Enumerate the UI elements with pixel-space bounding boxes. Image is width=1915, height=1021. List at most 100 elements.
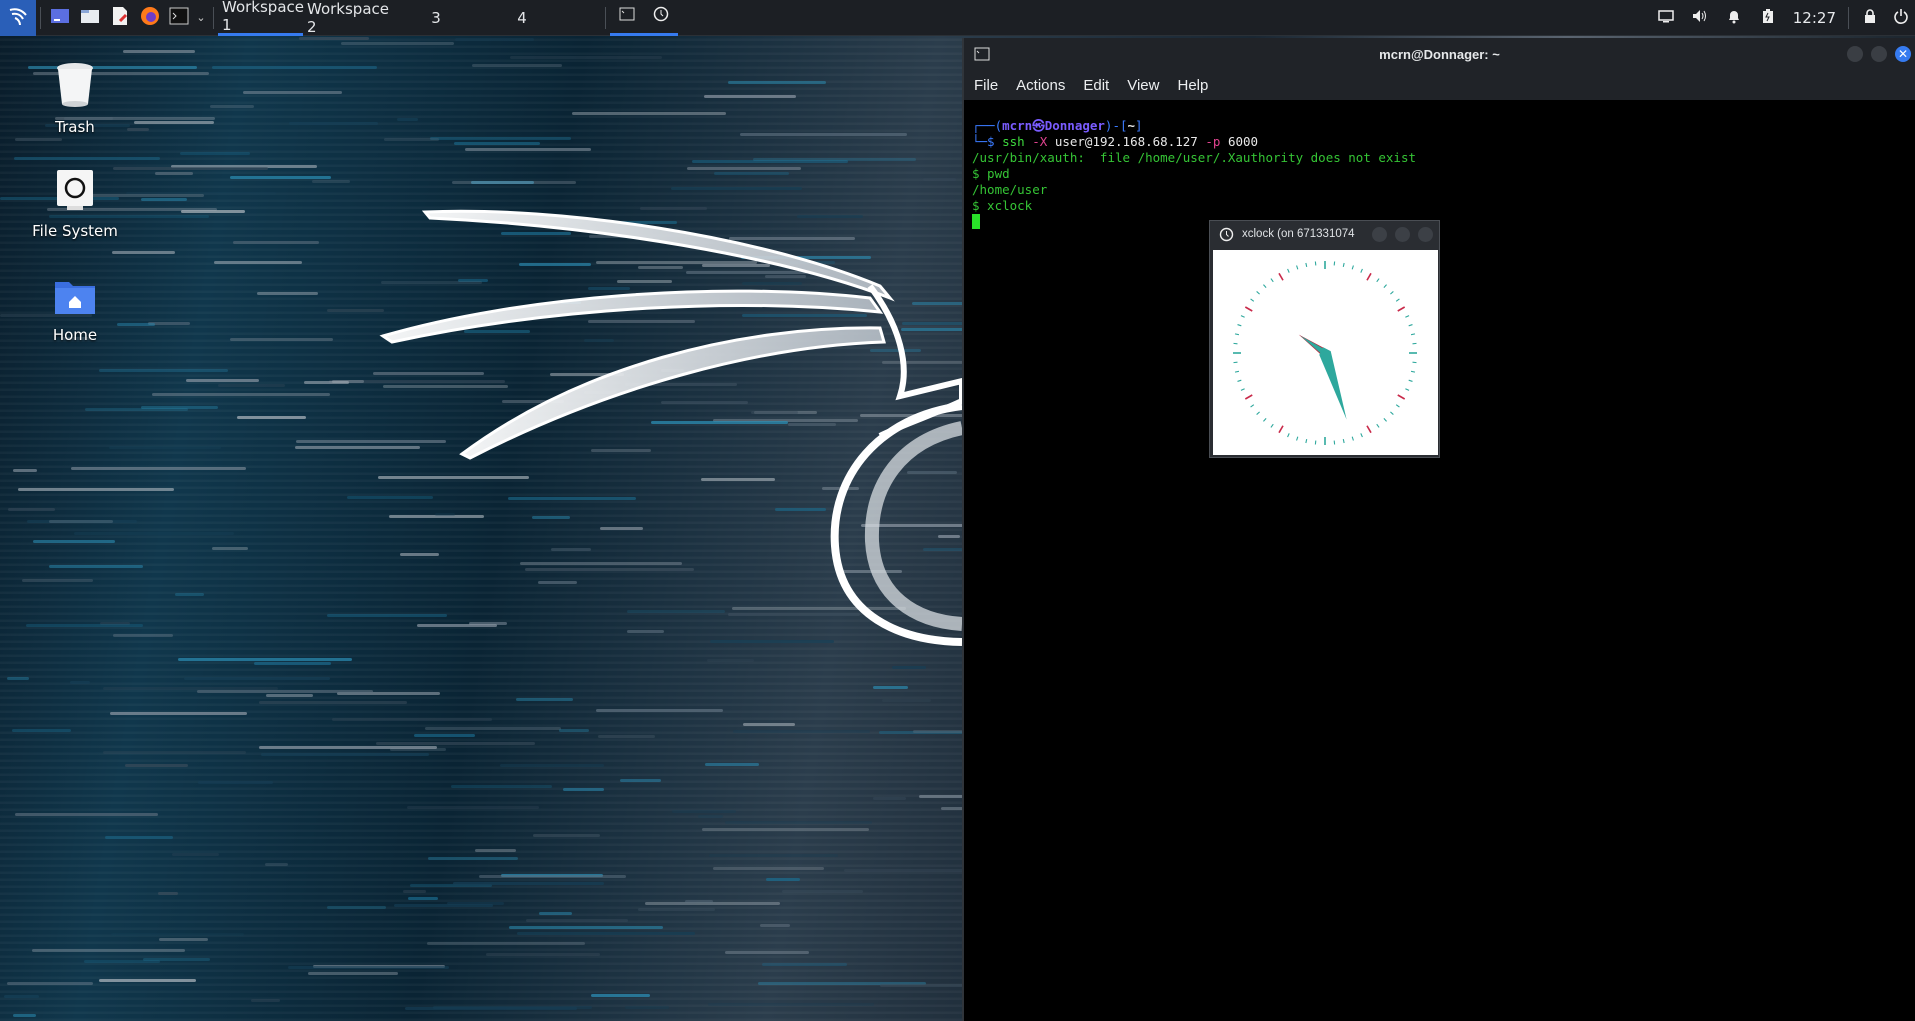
cmd-flag-x: -X [1032, 134, 1048, 149]
close-icon: ✕ [1897, 47, 1909, 61]
minute-tick [1234, 333, 1240, 336]
minute-tick [1263, 418, 1267, 422]
minute-tick [1395, 404, 1400, 408]
firefox-button[interactable] [135, 0, 165, 36]
power-button[interactable] [1887, 0, 1915, 36]
task-xclock[interactable] [644, 0, 678, 36]
minute-tick [1287, 433, 1290, 438]
minute-tick [1240, 315, 1245, 318]
panel-clock[interactable]: 12:27 [1785, 9, 1844, 27]
minute-tick [1263, 284, 1267, 288]
workspace-3[interactable]: 3 [393, 0, 479, 36]
window-controls [1372, 227, 1433, 242]
minute-tick [1296, 265, 1299, 270]
prompt-line2-prefix: └─$ [972, 134, 1003, 149]
task-terminal[interactable] [610, 0, 644, 36]
terminal-launcher-button[interactable] [165, 0, 193, 36]
hour-tick [1278, 272, 1284, 281]
maximize-button[interactable] [1871, 46, 1887, 62]
minute-tick [1408, 379, 1413, 382]
terminal-title: mcrn@Donnager: ~ [1379, 46, 1500, 62]
minute-tick [1342, 438, 1345, 444]
minimize-button[interactable] [1372, 227, 1387, 242]
workspace-4-label: 4 [517, 8, 527, 27]
minute-tick [1250, 404, 1255, 408]
terminal-window-icon [619, 7, 635, 25]
hour-tick [1397, 394, 1406, 400]
prompt-suffix: ] [1135, 118, 1143, 133]
file-manager-button[interactable] [75, 0, 105, 36]
separator [1848, 6, 1849, 29]
clock-icon [653, 6, 669, 26]
hour-tick [1244, 394, 1253, 400]
file-manager-icon [80, 7, 100, 29]
xclock-titlebar[interactable]: xclock (on 671331074 [1210, 221, 1439, 247]
show-desktop-button[interactable] [45, 0, 75, 36]
menu-view[interactable]: View [1127, 77, 1159, 94]
menu-file[interactable]: File [974, 77, 998, 94]
kali-menu-button[interactable] [0, 0, 36, 36]
notifications-button[interactable] [1717, 0, 1751, 36]
workspace-2[interactable]: Workspace 2 [303, 0, 393, 36]
drive-icon [55, 168, 95, 216]
output-line: $ xclock [972, 198, 1033, 213]
workspace-1-label: Workspace 1 [222, 0, 304, 34]
desktop-icon-home[interactable]: Home [20, 276, 130, 344]
separator [213, 6, 214, 29]
minute-tick [1287, 268, 1290, 273]
minute-tick [1360, 433, 1363, 438]
hour-tick [1278, 425, 1284, 434]
minimize-button[interactable] [1847, 46, 1863, 62]
minute-tick [1410, 370, 1416, 373]
output-line: /home/user [972, 182, 1048, 197]
desktop-icon-file-system[interactable]: File System [20, 168, 130, 240]
minute-tick [1256, 291, 1260, 295]
minute-tick [1250, 298, 1255, 302]
text-editor-button[interactable] [105, 0, 135, 36]
minute-tick [1296, 436, 1299, 441]
minute-tick [1305, 438, 1308, 444]
terminal-output[interactable]: ┌──(mcrn㉿Donnager)-[~] └─$ ssh -X user@1… [964, 100, 1915, 230]
workspace-4[interactable]: 4 [479, 0, 565, 36]
lock-icon [1863, 8, 1877, 28]
kali-menu-icon [7, 5, 29, 31]
menu-edit[interactable]: Edit [1083, 77, 1109, 94]
prompt-box-prefix: ┌──( [972, 118, 1003, 133]
close-button[interactable] [1418, 227, 1433, 242]
display-button[interactable] [1649, 0, 1683, 36]
minute-tick [1256, 411, 1260, 415]
minute-tick [1376, 423, 1380, 428]
xclock-window[interactable]: xclock (on 671331074 [1209, 220, 1440, 458]
close-button[interactable]: ✕ [1895, 46, 1911, 62]
prompt-line-2: └─$ ssh -X user@192.168.68.127 -p 6000 [972, 134, 1258, 149]
window-controls: ✕ [1847, 46, 1911, 62]
battery-button[interactable] [1751, 0, 1785, 36]
prompt-mid: )-[ [1104, 118, 1128, 133]
minute-hand [1319, 347, 1347, 420]
workspace-2-label: Workspace 2 [307, 0, 389, 36]
prompt-cwd: ~ [1127, 118, 1136, 133]
chevron-down-icon: ⌄ [196, 11, 206, 24]
terminal-titlebar[interactable]: mcrn@Donnager: ~ ✕ [964, 38, 1915, 70]
menu-help[interactable]: Help [1177, 77, 1208, 94]
minute-tick [1405, 315, 1410, 318]
launcher-dropdown[interactable]: ⌄ [193, 0, 209, 36]
minute-tick [1390, 411, 1394, 415]
terminal-menubar: File Actions Edit View Help [964, 70, 1915, 100]
minute-tick [1270, 423, 1274, 428]
menu-actions[interactable]: Actions [1016, 77, 1065, 94]
minute-tick [1305, 262, 1308, 268]
desktop-icon-trash[interactable]: Trash [20, 60, 130, 136]
lock-button[interactable] [1853, 0, 1887, 36]
separator [40, 6, 41, 29]
text-cursor [972, 214, 980, 229]
workspace-1[interactable]: Workspace 1 [218, 0, 304, 36]
volume-icon [1691, 8, 1709, 28]
volume-button[interactable] [1683, 0, 1717, 36]
cmd-ssh: ssh [1002, 134, 1025, 149]
maximize-button[interactable] [1395, 227, 1410, 242]
home-folder-icon [53, 276, 97, 320]
terminal-window[interactable]: mcrn@Donnager: ~ ✕ File Actions Edit Vie… [962, 38, 1915, 1021]
notification-bell-icon [1726, 8, 1742, 28]
minute-tick [1240, 388, 1245, 391]
